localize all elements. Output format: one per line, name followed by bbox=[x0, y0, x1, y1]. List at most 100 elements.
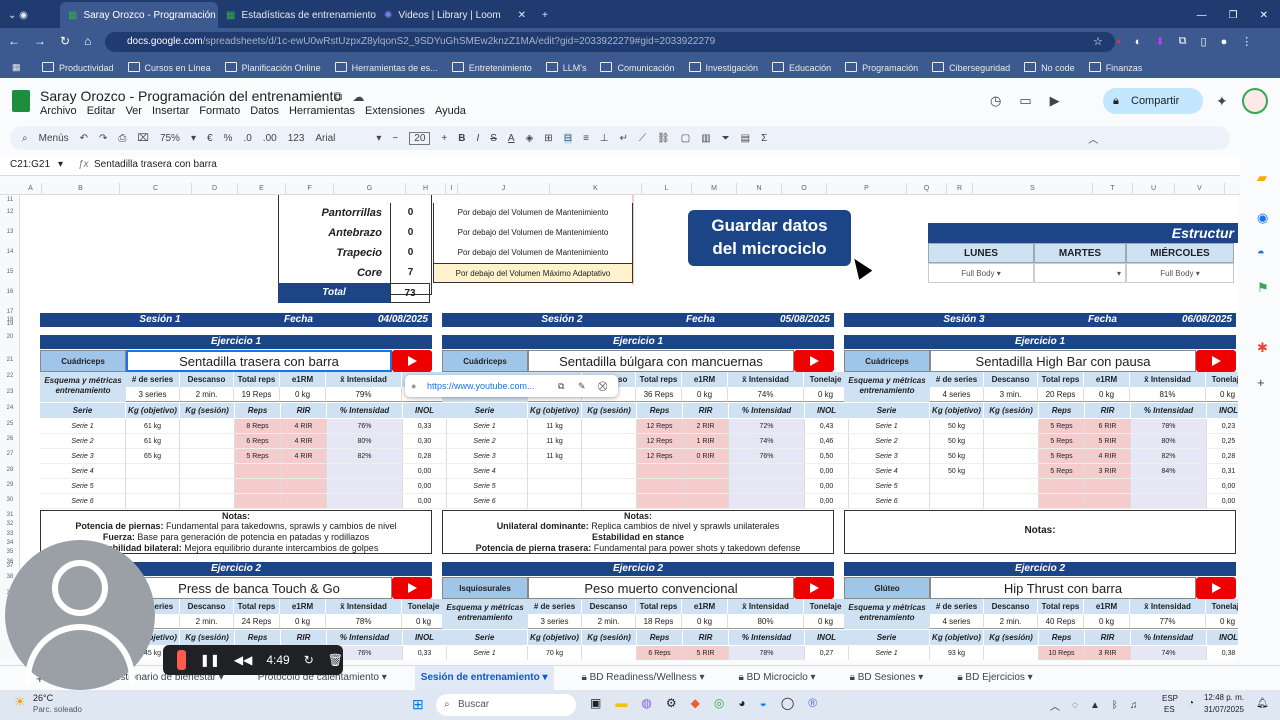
muscle-group-select[interactable]: Isquiosurales bbox=[442, 577, 528, 599]
set-cell[interactable]: 0 RIR bbox=[683, 449, 729, 464]
set-cell[interactable]: 12 Reps bbox=[637, 449, 683, 464]
bookmark-item[interactable]: Ciberseguridad bbox=[932, 62, 1010, 73]
menu-extensiones[interactable]: Extensiones bbox=[365, 105, 425, 117]
row-header[interactable]: 16 bbox=[0, 287, 20, 297]
forward-icon[interactable]: → bbox=[34, 34, 46, 48]
search-menus[interactable]: Menús bbox=[39, 133, 69, 144]
bold-icon[interactable]: B bbox=[458, 133, 465, 144]
formula-input[interactable]: Sentadilla trasera con barra bbox=[94, 159, 217, 170]
chevron-down-icon[interactable]: ▾ bbox=[540, 672, 547, 683]
set-cell[interactable] bbox=[235, 464, 281, 479]
row-header[interactable]: 19 bbox=[0, 319, 20, 329]
set-cell[interactable] bbox=[180, 449, 235, 464]
set-cell[interactable] bbox=[984, 434, 1039, 449]
chevron-down-icon[interactable]: ▾ bbox=[191, 133, 196, 144]
save-microcycle-button[interactable]: Guardar datos del microciclo bbox=[688, 210, 851, 266]
set-cell[interactable]: 2 RIR bbox=[683, 419, 729, 434]
extensions-puzzle-icon[interactable]: ⧉ bbox=[1179, 35, 1187, 48]
set-cell[interactable] bbox=[281, 494, 327, 509]
extension-icon[interactable]: ◐ bbox=[1135, 36, 1142, 48]
menu-formato[interactable]: Formato bbox=[199, 105, 240, 117]
row-header[interactable]: 27 bbox=[0, 449, 20, 459]
browser-menu-icon[interactable]: ⋮ bbox=[1241, 35, 1252, 48]
close-window-icon[interactable]: ✕ bbox=[1260, 10, 1268, 21]
functions-icon[interactable]: Σ bbox=[761, 133, 767, 144]
set-cell[interactable] bbox=[235, 494, 281, 509]
delete-recording-icon[interactable]: 🗑︎ bbox=[328, 653, 343, 667]
column-header[interactable]: L bbox=[642, 183, 692, 195]
set-cell[interactable] bbox=[180, 434, 235, 449]
row-header[interactable]: 24 bbox=[0, 403, 20, 413]
bookmark-item[interactable]: Herramientas de es... bbox=[335, 62, 438, 73]
set-cell[interactable]: 5 Reps bbox=[1039, 449, 1085, 464]
set-cell[interactable]: 11 kg bbox=[528, 449, 582, 464]
font-size-input[interactable]: 20 bbox=[409, 131, 431, 145]
row-header[interactable]: 22 bbox=[0, 371, 20, 381]
language-indicator[interactable]: ESP bbox=[1162, 694, 1178, 703]
address-bar[interactable]: docs.google.com/spreadsheets/d/1c-ewU0wR… bbox=[105, 32, 1115, 52]
set-cell[interactable] bbox=[1039, 479, 1085, 494]
increase-decimals-button[interactable]: .00 bbox=[263, 133, 277, 144]
muscle-group-select[interactable]: Cuádriceps bbox=[844, 350, 930, 372]
taskbar-search[interactable]: ⌕ Buscar bbox=[436, 694, 576, 716]
set-cell[interactable]: 8 Reps bbox=[235, 419, 281, 434]
restart-icon[interactable]: ↻ bbox=[304, 653, 314, 667]
set-cell[interactable] bbox=[683, 494, 729, 509]
set-cell[interactable]: 12 Reps bbox=[637, 434, 683, 449]
set-cell[interactable] bbox=[126, 464, 180, 479]
set-cell[interactable] bbox=[180, 419, 235, 434]
row-header[interactable]: 30 bbox=[0, 495, 20, 505]
chevron-down-icon[interactable]: ▾ bbox=[1025, 672, 1033, 683]
collapse-toolbar-icon[interactable]: ︿ bbox=[1088, 131, 1098, 146]
column-header[interactable]: B bbox=[42, 183, 120, 195]
extension-icon[interactable]: ⬇ bbox=[1155, 35, 1164, 48]
set-cell[interactable]: 3 RIR bbox=[1085, 646, 1131, 660]
keyboard-layout[interactable]: ES bbox=[1164, 705, 1175, 714]
set-cell[interactable]: 5 Reps bbox=[1039, 419, 1085, 434]
set-cell[interactable] bbox=[582, 419, 637, 434]
set-cell[interactable]: 5 RIR bbox=[683, 646, 729, 660]
day-type-select[interactable]: Full Body ▾ bbox=[1126, 263, 1234, 283]
font-size-decrease-button[interactable]: − bbox=[392, 133, 398, 144]
fill-color-icon[interactable]: ◈ bbox=[526, 133, 534, 144]
set-cell[interactable] bbox=[180, 464, 235, 479]
set-cell[interactable] bbox=[683, 464, 729, 479]
chevron-up-icon[interactable]: ︿ bbox=[1050, 698, 1060, 713]
menu-archivo[interactable]: Archivo bbox=[40, 105, 77, 117]
sheet-tab[interactable]: 🔒︎ BD Microciclo ▾ bbox=[733, 666, 822, 690]
set-cell[interactable] bbox=[180, 479, 235, 494]
history-icon[interactable]: ◷ bbox=[990, 93, 1001, 109]
close-tab-icon[interactable]: ✕ bbox=[518, 10, 526, 21]
column-header[interactable]: C bbox=[120, 183, 192, 195]
set-cell[interactable] bbox=[126, 494, 180, 509]
set-cell[interactable]: 50 kg bbox=[930, 419, 984, 434]
set-cell[interactable] bbox=[984, 419, 1039, 434]
filter-icon[interactable]: ⏷ bbox=[722, 133, 730, 144]
set-cell[interactable]: 4 RIR bbox=[1085, 449, 1131, 464]
set-cell[interactable] bbox=[637, 494, 683, 509]
bookmark-item[interactable]: Planificación Online bbox=[225, 62, 321, 73]
number-format-button[interactable]: 123 bbox=[288, 133, 305, 144]
chatgpt-icon[interactable]: ⚙ bbox=[666, 696, 677, 710]
set-cell[interactable] bbox=[984, 449, 1039, 464]
pause-icon[interactable]: ❚❚ bbox=[200, 653, 220, 667]
set-cell[interactable] bbox=[1085, 479, 1131, 494]
add-addon-icon[interactable]: + bbox=[1257, 375, 1265, 390]
sheet-tab[interactable]: 🔒︎ BD Readiness/Wellness ▾ bbox=[576, 666, 711, 690]
insert-chart-icon[interactable]: ▥ bbox=[701, 133, 710, 144]
print-icon[interactable]: ⎙ bbox=[118, 133, 126, 144]
set-cell[interactable] bbox=[582, 449, 637, 464]
horizontal-align-icon[interactable]: ≡ bbox=[583, 133, 589, 144]
row-header[interactable]: 37 bbox=[0, 561, 20, 571]
day-type-select[interactable]: Full Body ▾ bbox=[928, 263, 1034, 283]
set-cell[interactable] bbox=[930, 494, 984, 509]
sheet-tab[interactable]: 🔒︎ BD Sesiones ▾ bbox=[844, 666, 930, 690]
set-cell[interactable] bbox=[582, 464, 637, 479]
row-header[interactable]: 35 bbox=[0, 547, 20, 557]
browser-tab-sheets[interactable]: ▦Saray Orozco - Programación d✕ bbox=[60, 2, 218, 28]
column-header[interactable]: D bbox=[192, 183, 238, 195]
set-cell[interactable]: 1 RIR bbox=[683, 434, 729, 449]
row-header[interactable]: 23 bbox=[0, 387, 20, 397]
apps-grid-icon[interactable]: ▦ bbox=[12, 62, 21, 73]
set-cell[interactable] bbox=[235, 479, 281, 494]
